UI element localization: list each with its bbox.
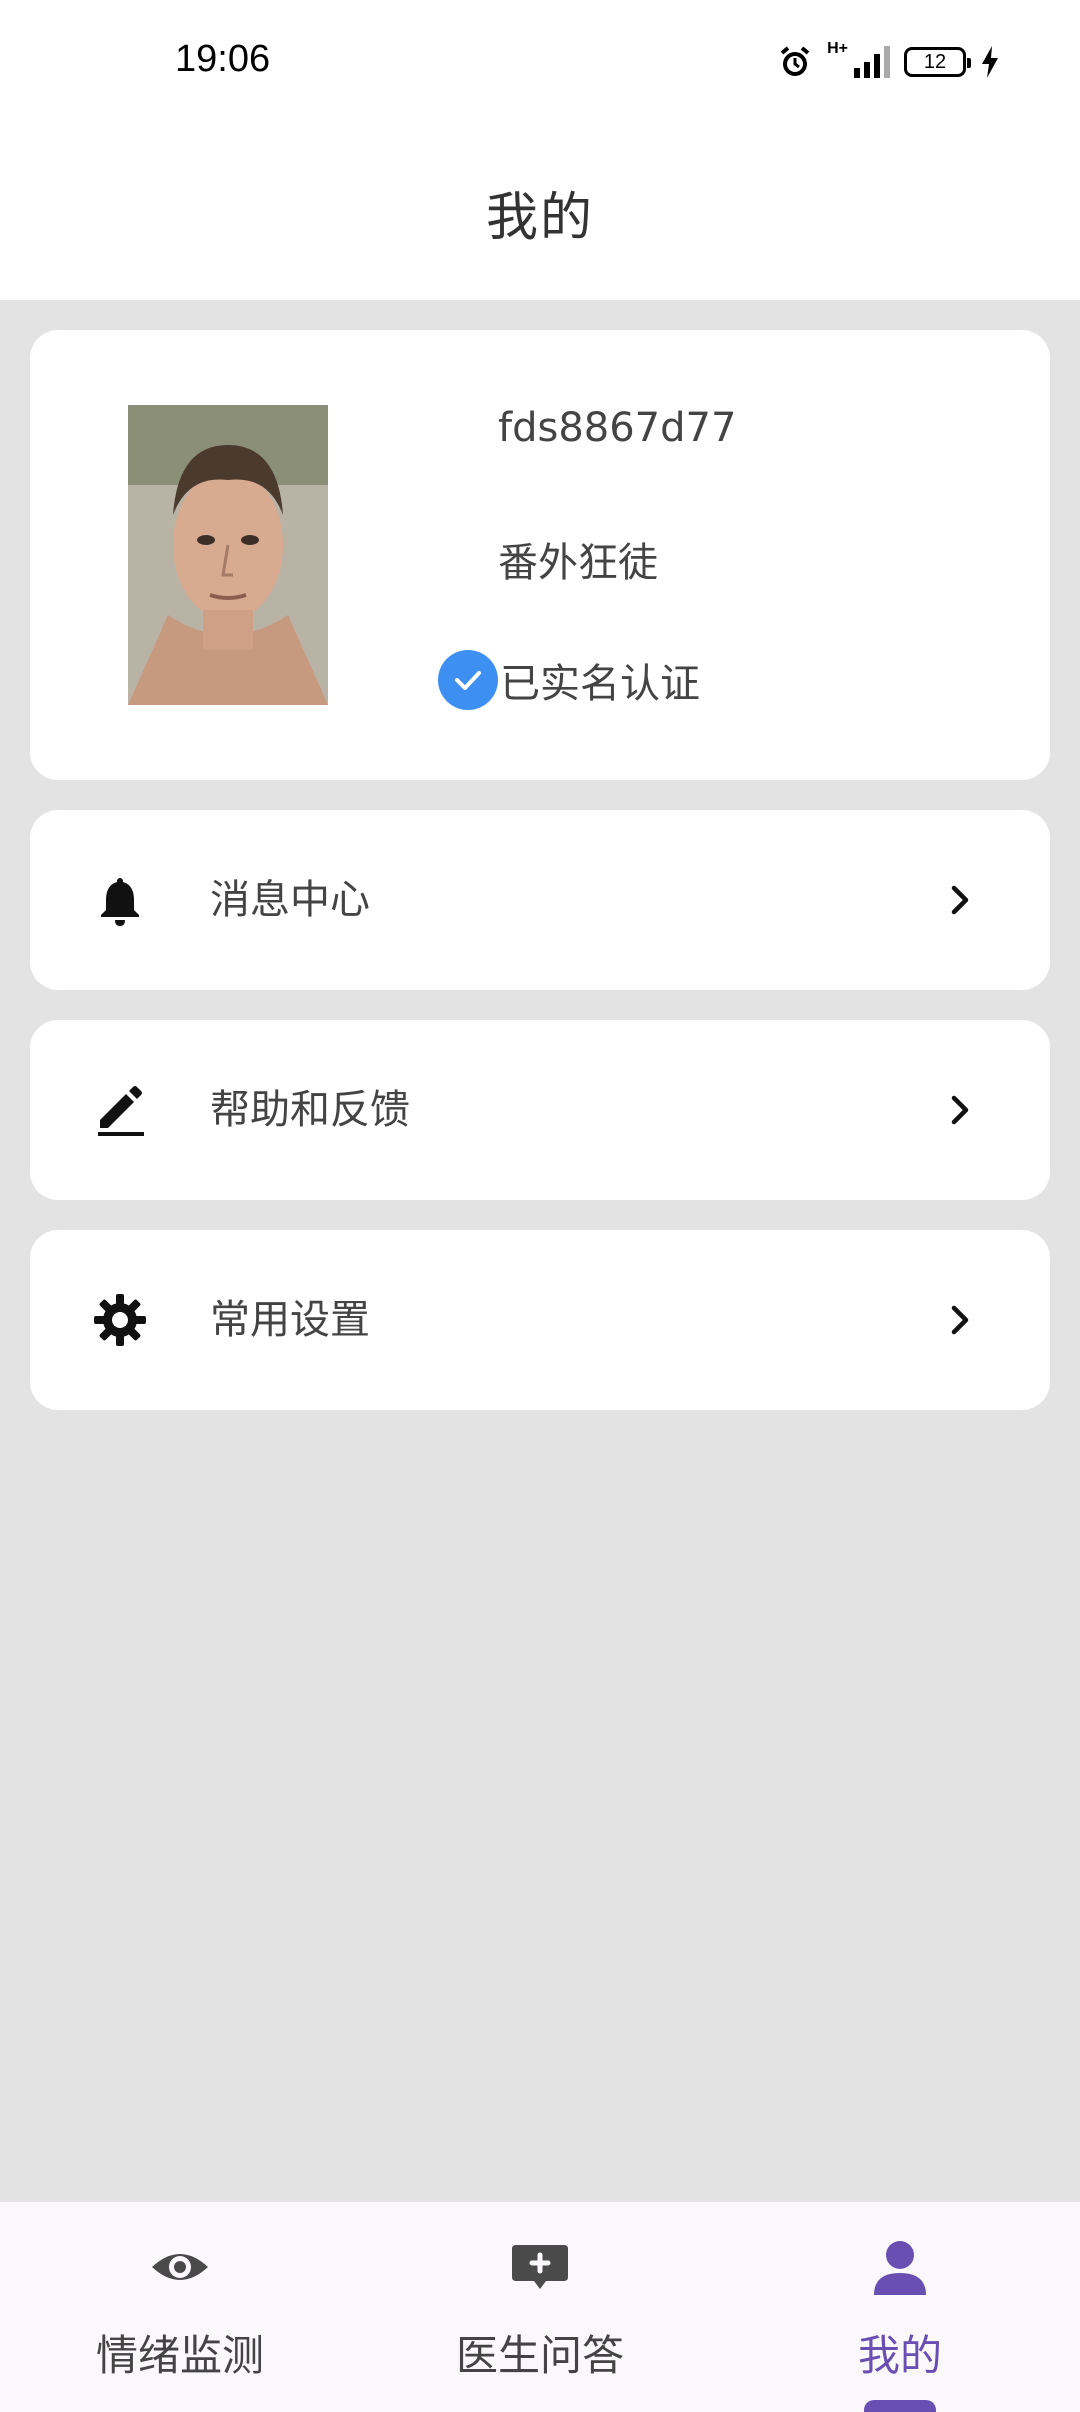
menu-item-label: 消息中心	[210, 877, 370, 923]
status-time: 19:06	[175, 38, 271, 80]
verified-badge: 已实名认证	[438, 650, 700, 710]
menu-item-label: 帮助和反馈	[210, 1087, 410, 1133]
charging-icon	[982, 46, 998, 78]
verified-check-icon	[438, 650, 498, 710]
bottom-nav: 情绪监测 医生问答 我的	[0, 2202, 1080, 2412]
active-tab-indicator	[864, 2400, 936, 2412]
nav-label: 我的	[857, 2331, 942, 2380]
menu-item-message-center[interactable]: 消息中心	[30, 810, 1050, 990]
status-icons: H+ 12	[777, 40, 1000, 84]
chevron-right-icon	[951, 1095, 969, 1125]
chevron-right-icon	[951, 885, 969, 915]
menu-item-help-feedback[interactable]: 帮助和反馈	[30, 1020, 1050, 1200]
nav-tab-mine[interactable]: 我的	[720, 2202, 1080, 2412]
menu-item-label: 常用设置	[210, 1297, 370, 1343]
user-icon	[865, 2232, 935, 2302]
nav-label: 医生问答	[455, 2331, 624, 2380]
eye-icon	[145, 2232, 215, 2302]
signal-icon	[854, 46, 890, 78]
profile-username: fds8867d77	[498, 405, 737, 451]
avatar[interactable]	[128, 405, 328, 705]
nav-tab-emotion-monitor[interactable]: 情绪监测	[0, 2202, 360, 2412]
profile-card[interactable]: fds8867d77 番外狂徒 已实名认证	[30, 330, 1050, 780]
nav-label: 情绪监测	[95, 2331, 264, 2380]
verified-label: 已实名认证	[500, 661, 700, 707]
alarm-icon	[780, 46, 810, 76]
nav-tab-doctor-qa[interactable]: 医生问答	[360, 2202, 720, 2412]
status-bar: 19:06 H+ 12	[0, 0, 1080, 125]
gear-icon	[94, 1294, 146, 1346]
chat-plus-icon	[505, 2232, 575, 2302]
pencil-icon	[98, 1086, 144, 1136]
profile-nickname: 番外狂徒	[498, 540, 658, 586]
chevron-right-icon	[951, 1305, 969, 1335]
page-header: 我的	[0, 125, 1080, 300]
page-title: 我的	[485, 188, 594, 248]
battery-level: 12	[923, 50, 947, 73]
menu-item-common-settings[interactable]: 常用设置	[30, 1230, 1050, 1410]
bell-icon	[101, 878, 139, 926]
avatar-photo	[128, 405, 328, 705]
battery-icon: 12	[904, 47, 971, 77]
network-type: H+	[827, 40, 848, 57]
